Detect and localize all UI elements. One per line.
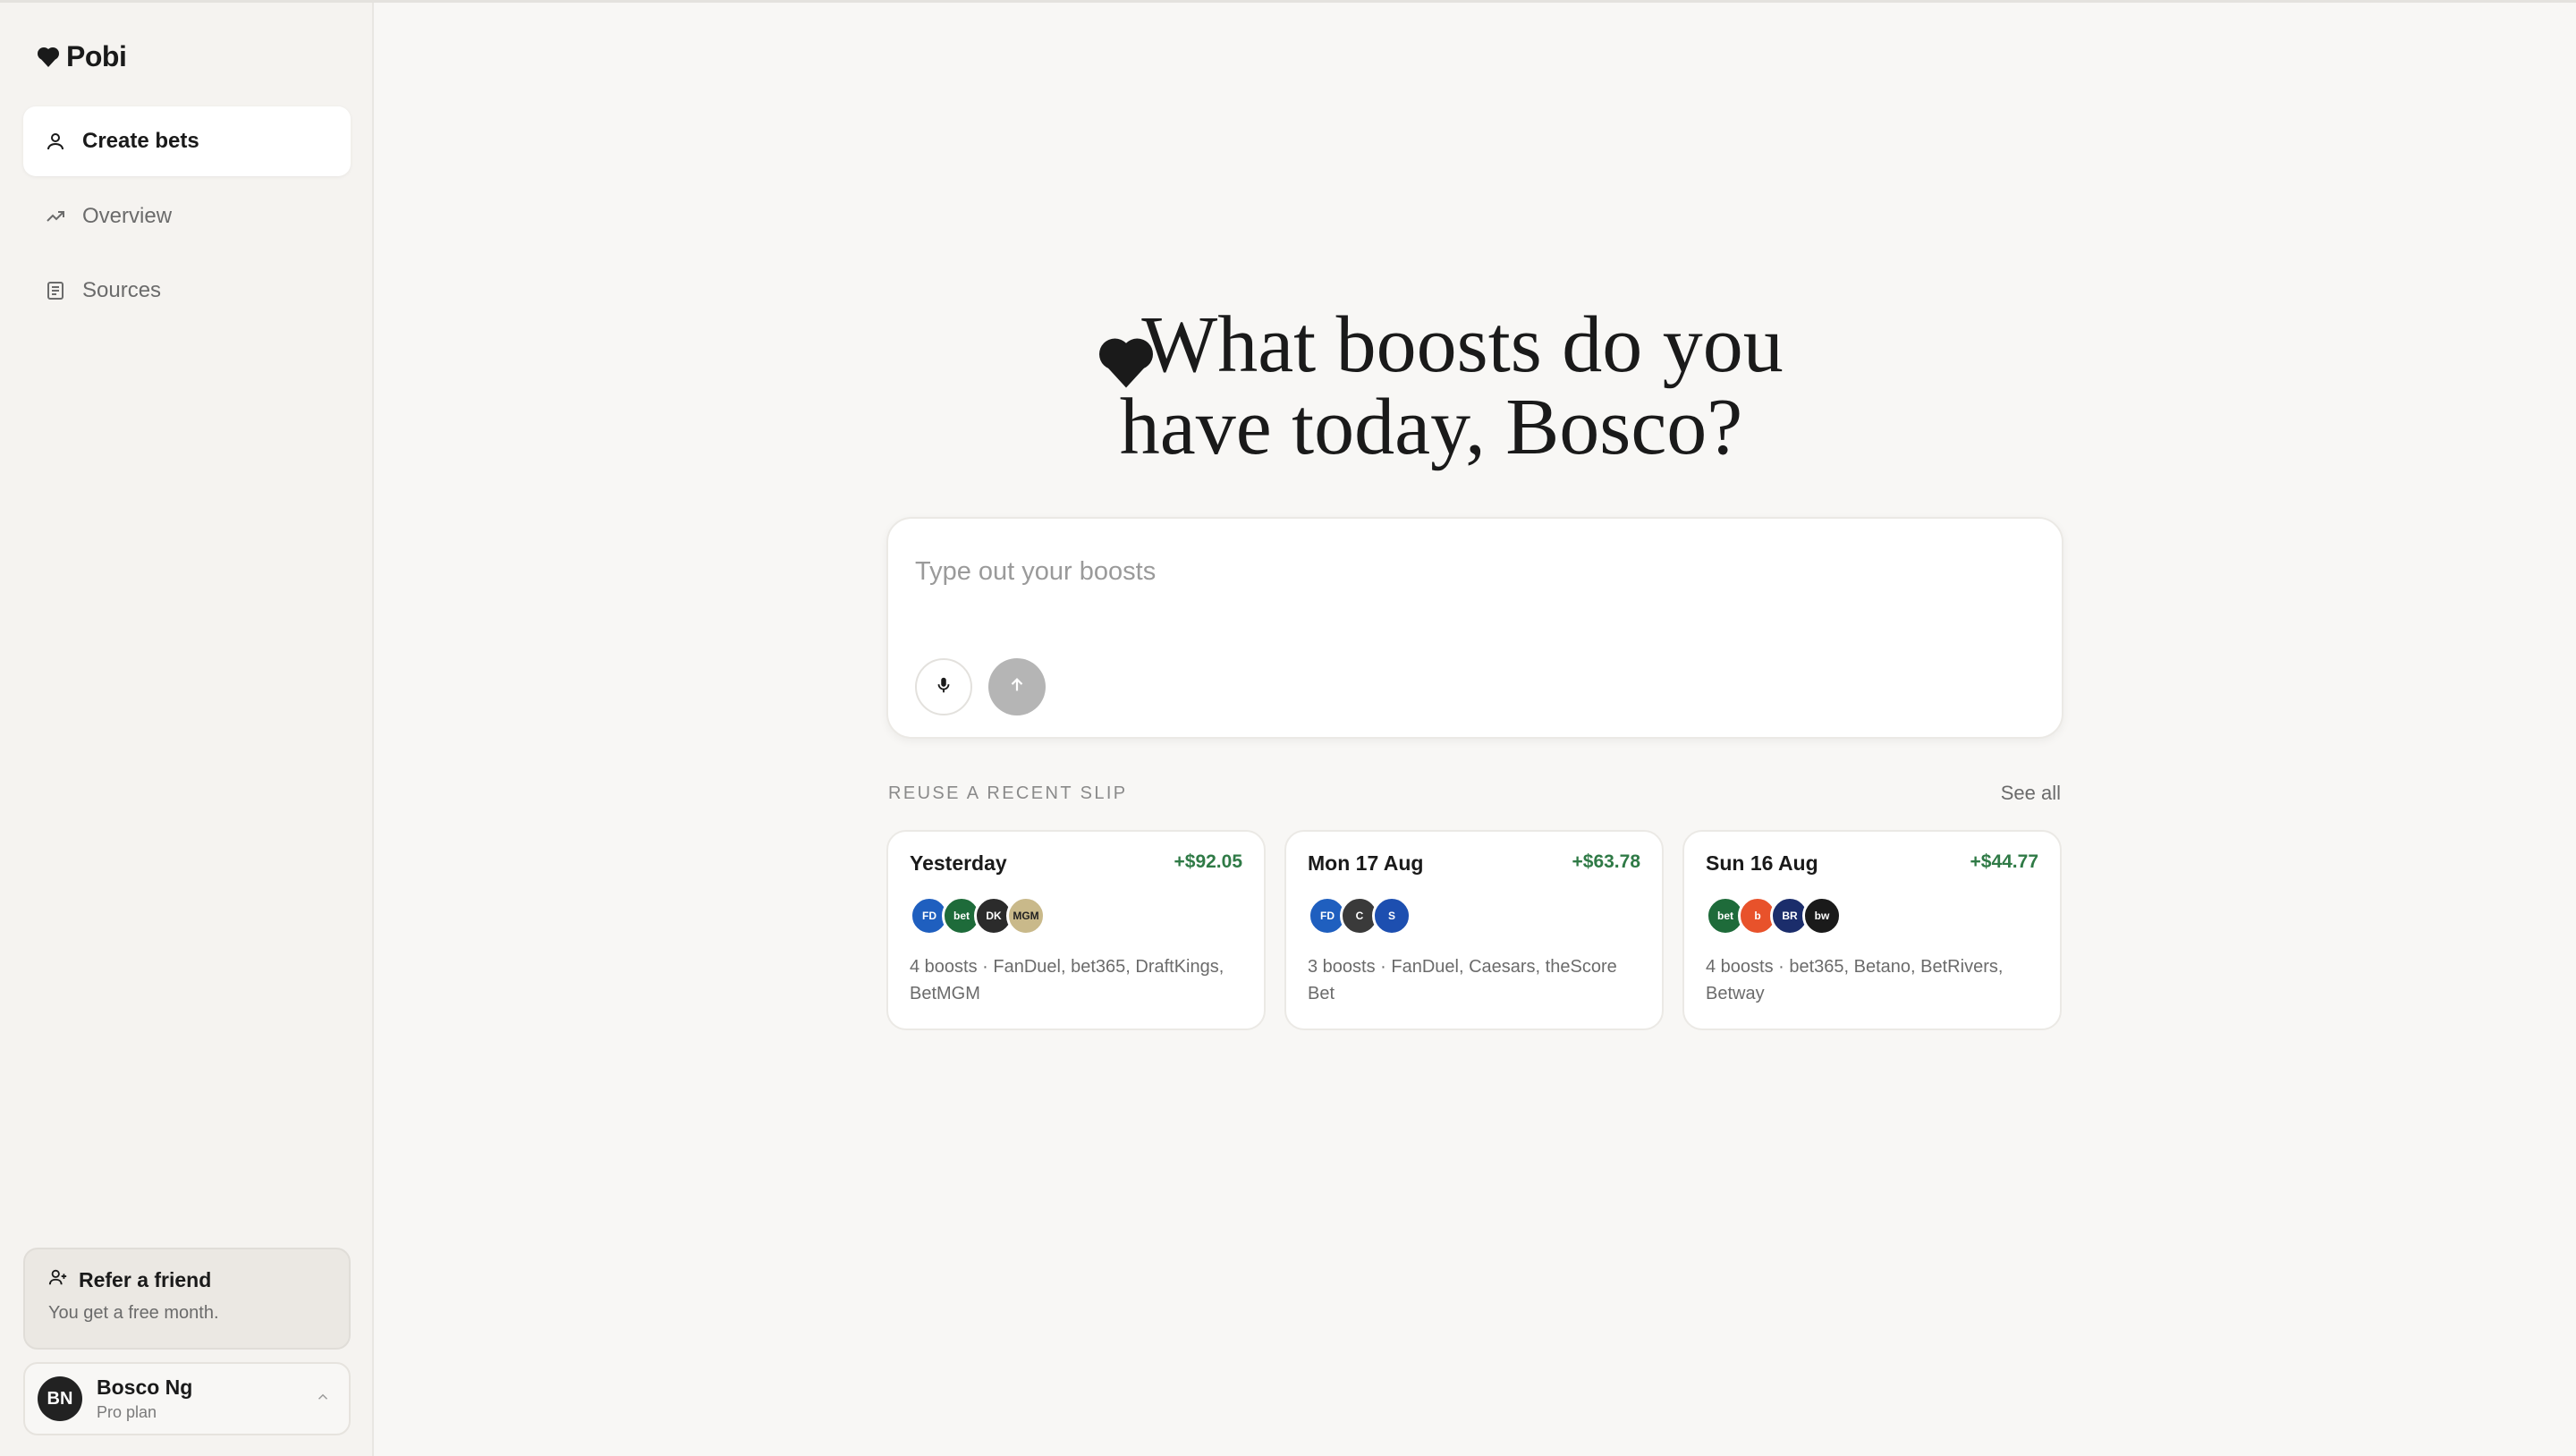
recent-slip-card[interactable]: Mon 17 Aug +$63.78 FD C S 3 boosts · Fan…: [1284, 830, 1664, 1030]
pobi-heart-icon: [1095, 327, 1157, 410]
account-name: Bosco Ng: [97, 1376, 193, 1399]
sportsbook-logos: FD C S: [1308, 896, 1411, 935]
see-all-link[interactable]: See all: [2001, 782, 2061, 805]
slip-description: 3 boosts · FanDuel, Caesars, theScore Be…: [1308, 957, 1617, 1003]
thescore-bet-logo: S: [1372, 896, 1411, 935]
boost-composer: [886, 517, 2063, 739]
user-icon: [45, 131, 66, 152]
slip-date: Yesterday: [910, 851, 1007, 875]
slip-date: Sun 16 Aug: [1706, 851, 1818, 875]
sidebar-item-label: Overview: [82, 204, 173, 228]
recent-slips-label: REUSE A RECENT SLIP: [888, 783, 1128, 803]
slip-description: 4 boosts · bet365, Betano, BetRivers, Be…: [1706, 957, 2004, 1003]
sportsbook-logos: bet b BR bw: [1706, 896, 1842, 935]
boost-input[interactable]: [915, 549, 1988, 594]
app-logo[interactable]: Pobi: [36, 40, 127, 73]
recent-slip-card[interactable]: Yesterday +$92.05 FD bet DK MGM 4 boosts…: [886, 830, 1266, 1030]
slip-description: 4 boosts · FanDuel, bet365, DraftKings, …: [910, 957, 1224, 1003]
send-button[interactable]: [988, 658, 1046, 715]
sportsbook-logos: FD bet DK MGM: [910, 896, 1046, 935]
refer-subtitle: You get a free month.: [48, 1303, 219, 1323]
microphone-button[interactable]: [915, 658, 972, 715]
hero-heading: What boosts do you have today, Bosco?: [984, 304, 1878, 469]
slip-amount: +$44.77: [1970, 851, 2039, 872]
refer-friend-card[interactable]: Refer a friend You get a free month.: [23, 1248, 351, 1350]
trending-up-icon: [45, 206, 66, 227]
slip-amount: +$63.78: [1572, 851, 1641, 872]
sidebar-item-create-bets[interactable]: Create bets: [23, 106, 351, 176]
sidebar-item-sources[interactable]: Sources: [23, 256, 351, 326]
account-menu[interactable]: BN Bosco Ng Pro plan: [23, 1362, 351, 1435]
top-border: [0, 0, 2576, 3]
slip-amount: +$92.05: [1174, 851, 1243, 872]
slip-date: Mon 17 Aug: [1308, 851, 1424, 875]
betway-logo: bw: [1802, 896, 1842, 935]
document-icon: [45, 280, 66, 301]
refer-title: Refer a friend: [79, 1267, 212, 1291]
sidebar-item-overview[interactable]: Overview: [23, 182, 351, 251]
sidebar: Pobi Create bets Overview Sources Refer …: [0, 3, 374, 1456]
sidebar-item-label: Sources: [82, 278, 162, 302]
chevron-up-icon: [315, 1389, 331, 1409]
arrow-up-icon: [1007, 675, 1027, 699]
account-plan: Pro plan: [97, 1403, 157, 1421]
sidebar-item-label: Create bets: [82, 129, 199, 153]
betmgm-logo: MGM: [1006, 896, 1046, 935]
app-name: Pobi: [66, 40, 127, 72]
recent-slip-card[interactable]: Sun 16 Aug +$44.77 bet b BR bw 4 boosts …: [1682, 830, 2062, 1030]
add-user-icon: [48, 1267, 68, 1292]
avatar: BN: [38, 1376, 82, 1421]
pobi-heart-icon: [36, 45, 61, 70]
microphone-icon: [934, 675, 953, 699]
